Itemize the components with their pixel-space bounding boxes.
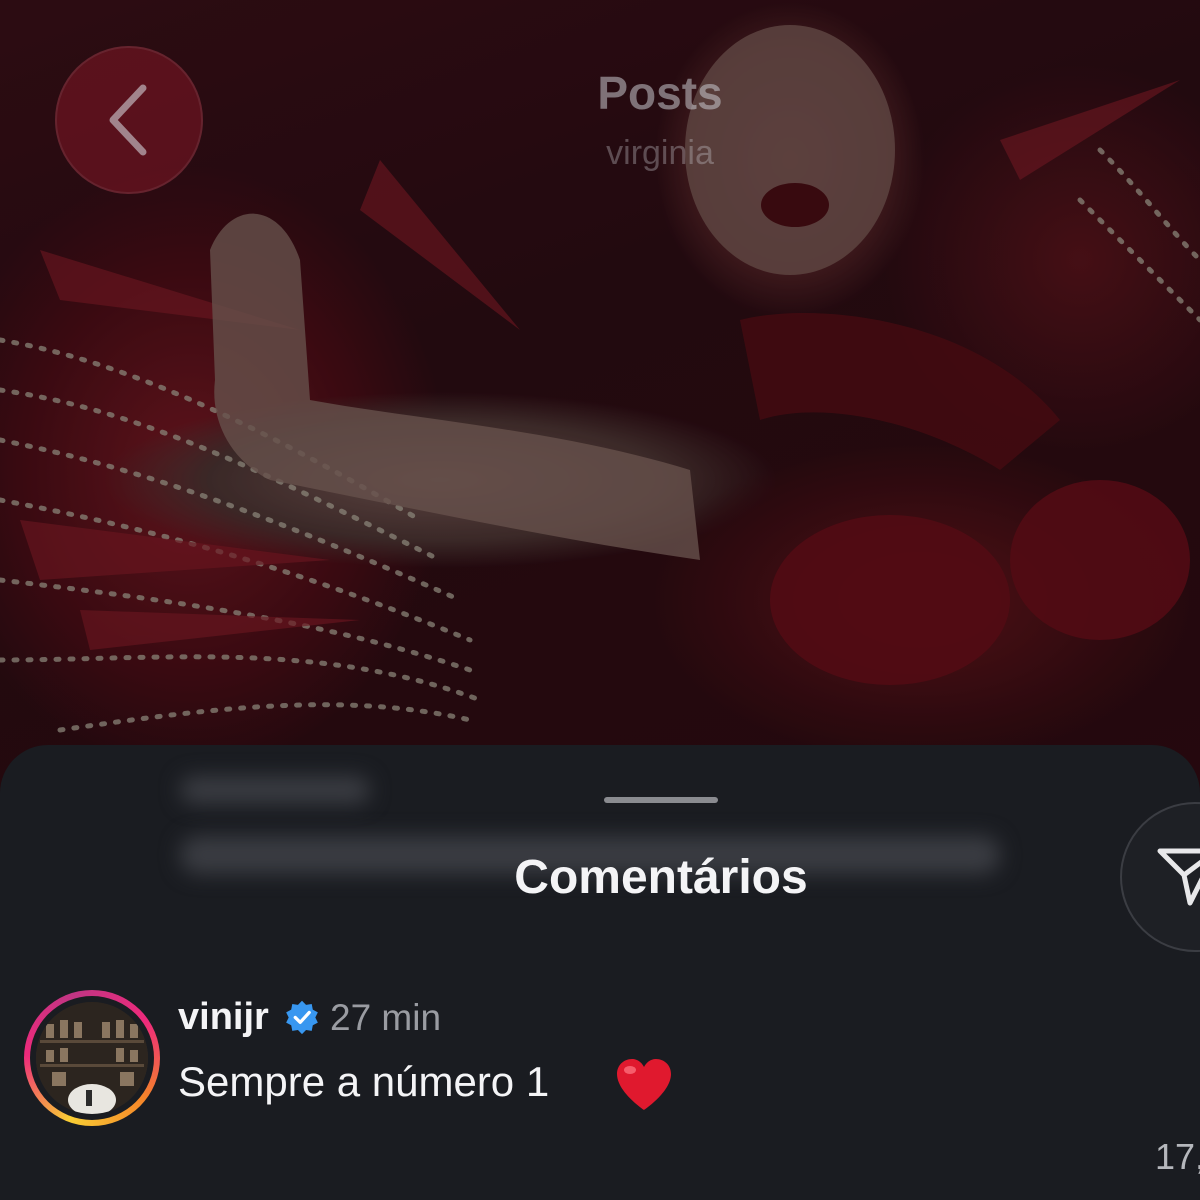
heart-icon — [617, 1059, 671, 1110]
screen: Posts virginia Comentários vinijr 27 min… — [0, 0, 1200, 1200]
sheet-title: Comentários — [514, 851, 808, 904]
comments-sheet — [0, 745, 1200, 1200]
page-title: Posts — [597, 67, 723, 119]
comment-username[interactable]: vinijr — [178, 996, 269, 1039]
send-icon — [1157, 848, 1200, 906]
sheet-grabber[interactable] — [604, 797, 718, 803]
page-subtitle: virginia — [606, 134, 714, 172]
comment-timestamp: 27 min — [330, 997, 442, 1038]
avatar[interactable] — [24, 990, 160, 1126]
avatar-image — [36, 1002, 148, 1114]
comment-text: Sempre a número 1 — [178, 1058, 550, 1105]
verified-badge-icon — [286, 1000, 318, 1035]
like-count: 17, — [1155, 1136, 1200, 1177]
blurred-caption-line — [180, 776, 370, 804]
